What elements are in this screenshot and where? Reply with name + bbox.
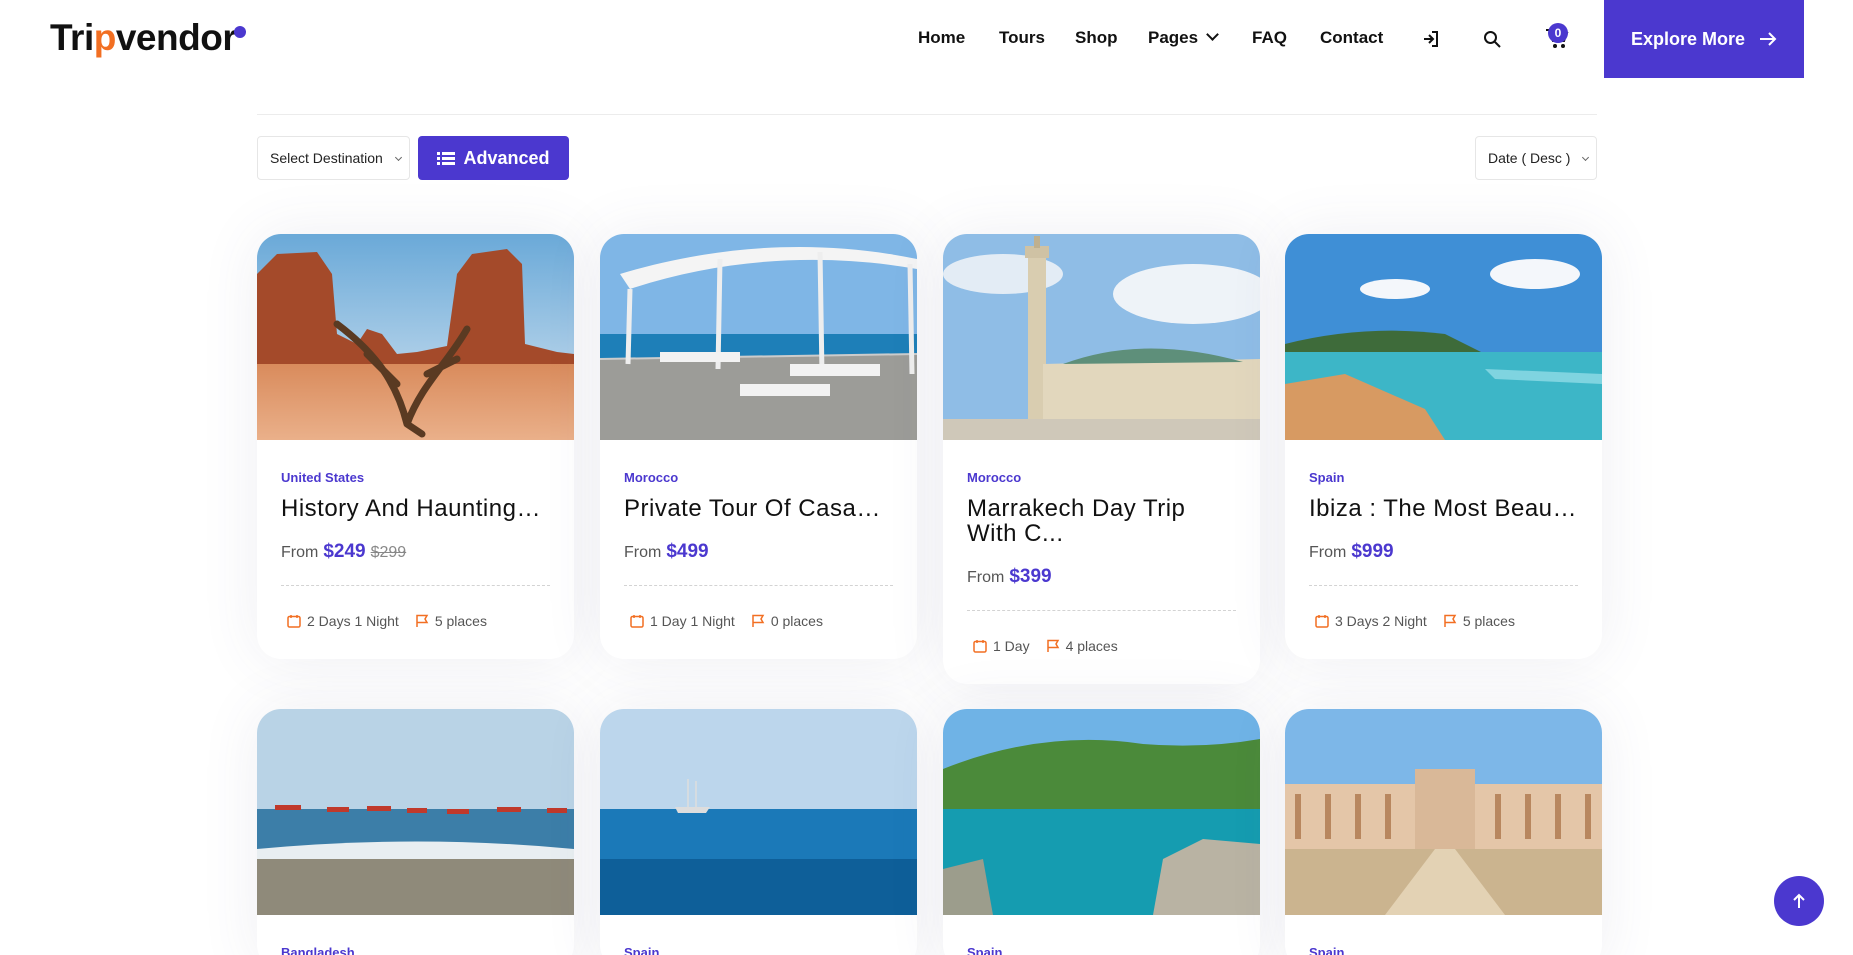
calendar-icon — [1315, 615, 1329, 628]
tour-meta: 2 Days 1 Night 5 places — [281, 586, 550, 659]
calendar-icon — [287, 615, 301, 628]
tour-title[interactable]: Ibiza : The Most Beautifu... — [1309, 496, 1578, 521]
filter-divider — [257, 114, 1597, 115]
arrow-up-icon — [1793, 893, 1805, 908]
tour-meta: 1 Day 1 Night 0 places — [624, 586, 893, 659]
tour-country[interactable]: Spain — [1309, 470, 1578, 488]
list-icon — [437, 151, 456, 165]
tour-card[interactable]: Spain — [943, 709, 1260, 955]
tour-card[interactable]: Bangladesh — [257, 709, 574, 955]
tour-price: $999 — [1351, 541, 1394, 562]
tour-image — [257, 709, 574, 915]
price-prefix: From — [1309, 544, 1347, 561]
chevron-down-icon — [1581, 153, 1590, 162]
tour-price-row: From $999 — [1309, 541, 1578, 565]
scroll-to-top-button[interactable] — [1774, 876, 1824, 926]
flag-icon — [416, 614, 429, 627]
sort-select-value: Date ( Desc ) — [1488, 150, 1571, 166]
calendar-icon — [973, 640, 987, 653]
tour-image — [943, 234, 1260, 440]
destination-select-value: Select Destination — [270, 150, 383, 166]
tour-country[interactable]: Morocco — [967, 470, 1236, 488]
tour-image — [1285, 709, 1602, 915]
tour-country[interactable]: Morocco — [624, 470, 893, 488]
tour-price: $499 — [666, 541, 709, 562]
explore-more-label: Explore More — [1630, 28, 1746, 49]
cart-count-badge: 0 — [1548, 23, 1568, 43]
chevron-down-icon — [394, 153, 403, 162]
tour-duration: 2 Days 1 Night — [307, 613, 399, 629]
tour-price-row: From $399 — [967, 566, 1236, 590]
tour-price-row: From $249 $299 — [281, 541, 550, 565]
flag-icon — [1046, 639, 1059, 652]
tour-country[interactable]: Spain — [1309, 945, 1578, 955]
tour-country[interactable]: Spain — [967, 945, 1236, 955]
destination-select[interactable]: Select Destination — [257, 136, 410, 180]
logo-dot — [234, 26, 247, 38]
tour-card[interactable]: Spain — [1285, 709, 1602, 955]
tour-image — [257, 234, 574, 440]
tour-image — [943, 709, 1260, 915]
arrow-right-icon — [1760, 32, 1777, 46]
price-prefix: From — [967, 569, 1005, 586]
tour-country[interactable]: United States — [281, 470, 550, 488]
nav-contact[interactable]: Contact — [1320, 28, 1383, 48]
logo-pin: p — [93, 17, 117, 58]
tour-price-row: From $499 — [624, 541, 893, 565]
tour-card[interactable]: Spain — [600, 709, 917, 955]
logo-text-end: vendor — [115, 17, 237, 58]
tour-places: 4 places — [1065, 638, 1118, 654]
sort-select[interactable]: Date ( Desc ) — [1475, 136, 1597, 180]
nav-pages[interactable]: Pages — [1148, 28, 1219, 48]
nav-tours[interactable]: Tours — [999, 28, 1045, 48]
tour-country[interactable]: Spain — [624, 945, 893, 955]
tour-price: $399 — [1009, 566, 1052, 587]
tour-duration: 1 Day — [993, 638, 1030, 654]
price-prefix: From — [624, 544, 662, 561]
explore-more-button[interactable]: Explore More — [1604, 0, 1804, 78]
search-icon[interactable] — [1479, 26, 1505, 52]
flag-icon — [1444, 614, 1457, 627]
tour-title[interactable]: Private Tour Of Casablanc... — [624, 496, 893, 521]
tour-country[interactable]: Bangladesh — [281, 945, 550, 955]
tour-card[interactable]: United States History And Hauntings Of..… — [257, 234, 574, 659]
flag-icon — [752, 614, 765, 627]
advanced-label: Advanced — [463, 147, 550, 168]
tour-meta: 3 Days 2 Night 5 places — [1309, 586, 1578, 659]
advanced-filter-button[interactable]: Advanced — [418, 136, 569, 180]
tour-card[interactable]: Morocco Marrakech Day Trip With C... Fro… — [943, 234, 1260, 684]
logo-text: Tri — [50, 17, 94, 58]
chevron-down-icon — [1206, 28, 1219, 41]
tour-places: 5 places — [434, 613, 487, 629]
tour-places: 5 places — [1462, 613, 1515, 629]
tour-meta: 1 Day 4 places — [967, 611, 1236, 684]
login-icon[interactable] — [1418, 26, 1444, 52]
calendar-icon — [630, 615, 644, 628]
nav-shop[interactable]: Shop — [1075, 28, 1118, 48]
site-logo[interactable]: Tri p vendor — [50, 16, 247, 60]
nav-pages-label: Pages — [1148, 28, 1199, 47]
tour-title[interactable]: Marrakech Day Trip With C... — [967, 496, 1236, 546]
tour-old-price: $299 — [370, 544, 407, 561]
nav-home[interactable]: Home — [918, 28, 965, 48]
tour-image — [600, 709, 917, 915]
tour-title[interactable]: History And Hauntings Of... — [281, 496, 550, 521]
tour-duration: 1 Day 1 Night — [650, 613, 735, 629]
tour-duration: 3 Days 2 Night — [1335, 613, 1427, 629]
tour-image — [1285, 234, 1602, 440]
price-prefix: From — [281, 544, 319, 561]
tour-places: 0 places — [770, 613, 823, 629]
site-header: Tri p vendor Home Tours Shop Pages FAQ Con… — [0, 0, 1853, 78]
nav-faq[interactable]: FAQ — [1252, 28, 1287, 48]
tour-price: $249 — [323, 541, 366, 562]
tour-image — [600, 234, 917, 440]
tour-card[interactable]: Spain Ibiza : The Most Beautifu... From … — [1285, 234, 1602, 659]
tour-card[interactable]: Morocco Private Tour Of Casablanc... Fro… — [600, 234, 917, 659]
